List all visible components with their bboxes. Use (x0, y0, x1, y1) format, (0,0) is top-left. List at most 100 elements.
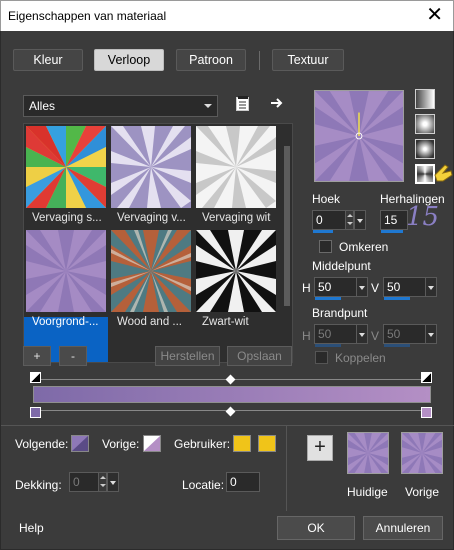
opacity-input[interactable]: 0 (69, 472, 119, 492)
material-properties-dialog: Kleur Verloop Patroon Textuur Alles Verv… (0, 31, 454, 550)
tab-kleur[interactable]: Kleur (13, 49, 83, 71)
opacity-stop-start[interactable] (30, 372, 41, 383)
focus-v-slider[interactable] (384, 344, 410, 347)
user-label: Gebruiker: (174, 437, 231, 451)
scrollbar-thumb[interactable] (284, 146, 290, 306)
gallery-item-label: Vervaging v... (117, 212, 186, 224)
center-h-slider[interactable] (315, 297, 341, 300)
gallery-scrollbar[interactable] (284, 128, 290, 360)
black-white-gradient-thumbnail (196, 230, 276, 312)
tab-textuur[interactable]: Textuur (272, 49, 344, 71)
divider (286, 425, 287, 511)
arrow-right-icon[interactable] (269, 95, 285, 111)
link-checkbox[interactable] (315, 351, 328, 364)
gallery-item-label: Voorgrond-... (32, 316, 99, 328)
gradient-preview[interactable] (314, 90, 404, 182)
current-swatch[interactable] (347, 432, 389, 474)
previous-swatch[interactable] (401, 432, 443, 474)
gallery-item[interactable]: Vervaging wit (196, 126, 276, 224)
center-h-label: H (302, 281, 311, 295)
linear-style-button[interactable] (415, 89, 435, 109)
radial-style-button[interactable] (415, 139, 435, 159)
angle-spinner[interactable] (345, 210, 354, 230)
ok-button[interactable]: OK (277, 516, 355, 540)
center-v-slider[interactable] (384, 297, 410, 300)
color-midpoint[interactable] (225, 406, 236, 417)
focus-v-input[interactable]: 50 (383, 324, 437, 347)
window-title: Eigenschappen van materiaal (8, 9, 167, 23)
opacity-stop-end[interactable] (421, 372, 432, 383)
invert-checkbox[interactable] (319, 240, 332, 253)
invert-label: Omkeren (339, 240, 389, 254)
angle-dropdown[interactable] (354, 210, 366, 230)
focus-h-slider[interactable] (315, 344, 341, 347)
add-gradient-button[interactable]: + (23, 346, 51, 366)
center-h-dropdown[interactable] (356, 277, 368, 297)
focus-h-input[interactable]: 50 (314, 324, 368, 347)
next-label: Volgende: (15, 437, 69, 451)
focus-v-label: V (371, 329, 380, 343)
angle-input[interactable]: 0 (312, 210, 366, 233)
next-stop-swatch[interactable] (71, 435, 89, 452)
foreground-background-gradient-thumbnail (26, 230, 106, 312)
gradient-gallery: Vervaging s... Vervaging v... Vervaging … (23, 123, 293, 363)
opacity-dropdown[interactable] (107, 472, 119, 492)
opacity-midpoint[interactable] (225, 374, 236, 385)
color-stop-end[interactable] (421, 407, 432, 418)
tab-patroon[interactable]: Patroon (176, 49, 246, 71)
gallery-item[interactable]: Vervaging v... (111, 126, 191, 224)
center-v-input[interactable]: 50 (383, 277, 437, 300)
angle-slider[interactable] (313, 230, 333, 233)
divider (1, 425, 454, 426)
center-h-value: 50 (318, 280, 332, 294)
close-icon[interactable]: ✕ (426, 4, 443, 26)
restore-button[interactable]: Herstellen (155, 346, 220, 366)
gallery-item-label: Vervaging s... (32, 212, 102, 224)
angle-value: 0 (316, 213, 323, 227)
category-select[interactable]: Alles (23, 95, 218, 117)
focus-v-dropdown[interactable] (425, 324, 437, 344)
rectangular-style-button[interactable] (415, 114, 435, 134)
previous-label: Vorige: (102, 437, 140, 451)
focus-h-label: H (302, 329, 311, 343)
save-button[interactable]: Opslaan (227, 346, 292, 366)
previous-swatch-label: Vorige (405, 485, 440, 499)
opacity-spinner[interactable] (98, 472, 107, 492)
user-color-swatch-2[interactable] (258, 435, 276, 452)
gallery-item-label: Vervaging wit (202, 212, 271, 224)
remove-gradient-button[interactable]: - (59, 346, 87, 366)
center-v-label: V (371, 281, 380, 295)
purple-blur-gradient-thumbnail (111, 126, 191, 208)
tab-verloop[interactable]: Verloop (94, 49, 164, 71)
focus-v-value: 50 (387, 327, 401, 341)
opacity-value: 0 (73, 475, 80, 489)
focus-label: Brandpunt (312, 306, 368, 320)
center-h-input[interactable]: 50 (314, 277, 368, 300)
user-color-swatch[interactable] (233, 435, 251, 452)
gallery-item[interactable]: Wood and ... (111, 230, 191, 328)
color-stop-start[interactable] (30, 407, 41, 418)
sunburst-style-button[interactable] (415, 164, 435, 184)
add-swatch-button[interactable]: + (307, 435, 333, 461)
gallery-item[interactable]: Zwart-wit (196, 230, 276, 328)
repeats-input[interactable]: 15 (380, 210, 408, 233)
chevron-down-icon (204, 104, 212, 108)
previous-stop-swatch[interactable] (143, 435, 161, 452)
gallery-item[interactable]: Vervaging s... (26, 126, 106, 224)
category-select-value: Alles (29, 99, 56, 113)
repeats-value: 15 (384, 213, 398, 227)
cancel-button[interactable]: Annuleren (363, 516, 443, 540)
gallery-item-selected[interactable]: Voorgrond-... (26, 230, 106, 328)
repeats-slider[interactable] (381, 230, 403, 233)
wood-gradient-thumbnail (111, 230, 191, 312)
list-menu-icon[interactable] (235, 95, 251, 111)
location-value: 0 (230, 475, 237, 489)
focus-h-dropdown[interactable] (356, 324, 368, 344)
opacity-label: Dekking: (15, 478, 62, 492)
help-link[interactable]: Help (19, 521, 44, 535)
gradient-editor[interactable] (30, 370, 434, 420)
location-input[interactable]: 0 (226, 472, 260, 492)
tab-divider (259, 51, 260, 70)
center-v-dropdown[interactable] (425, 277, 437, 297)
gradient-bar[interactable] (33, 386, 431, 403)
